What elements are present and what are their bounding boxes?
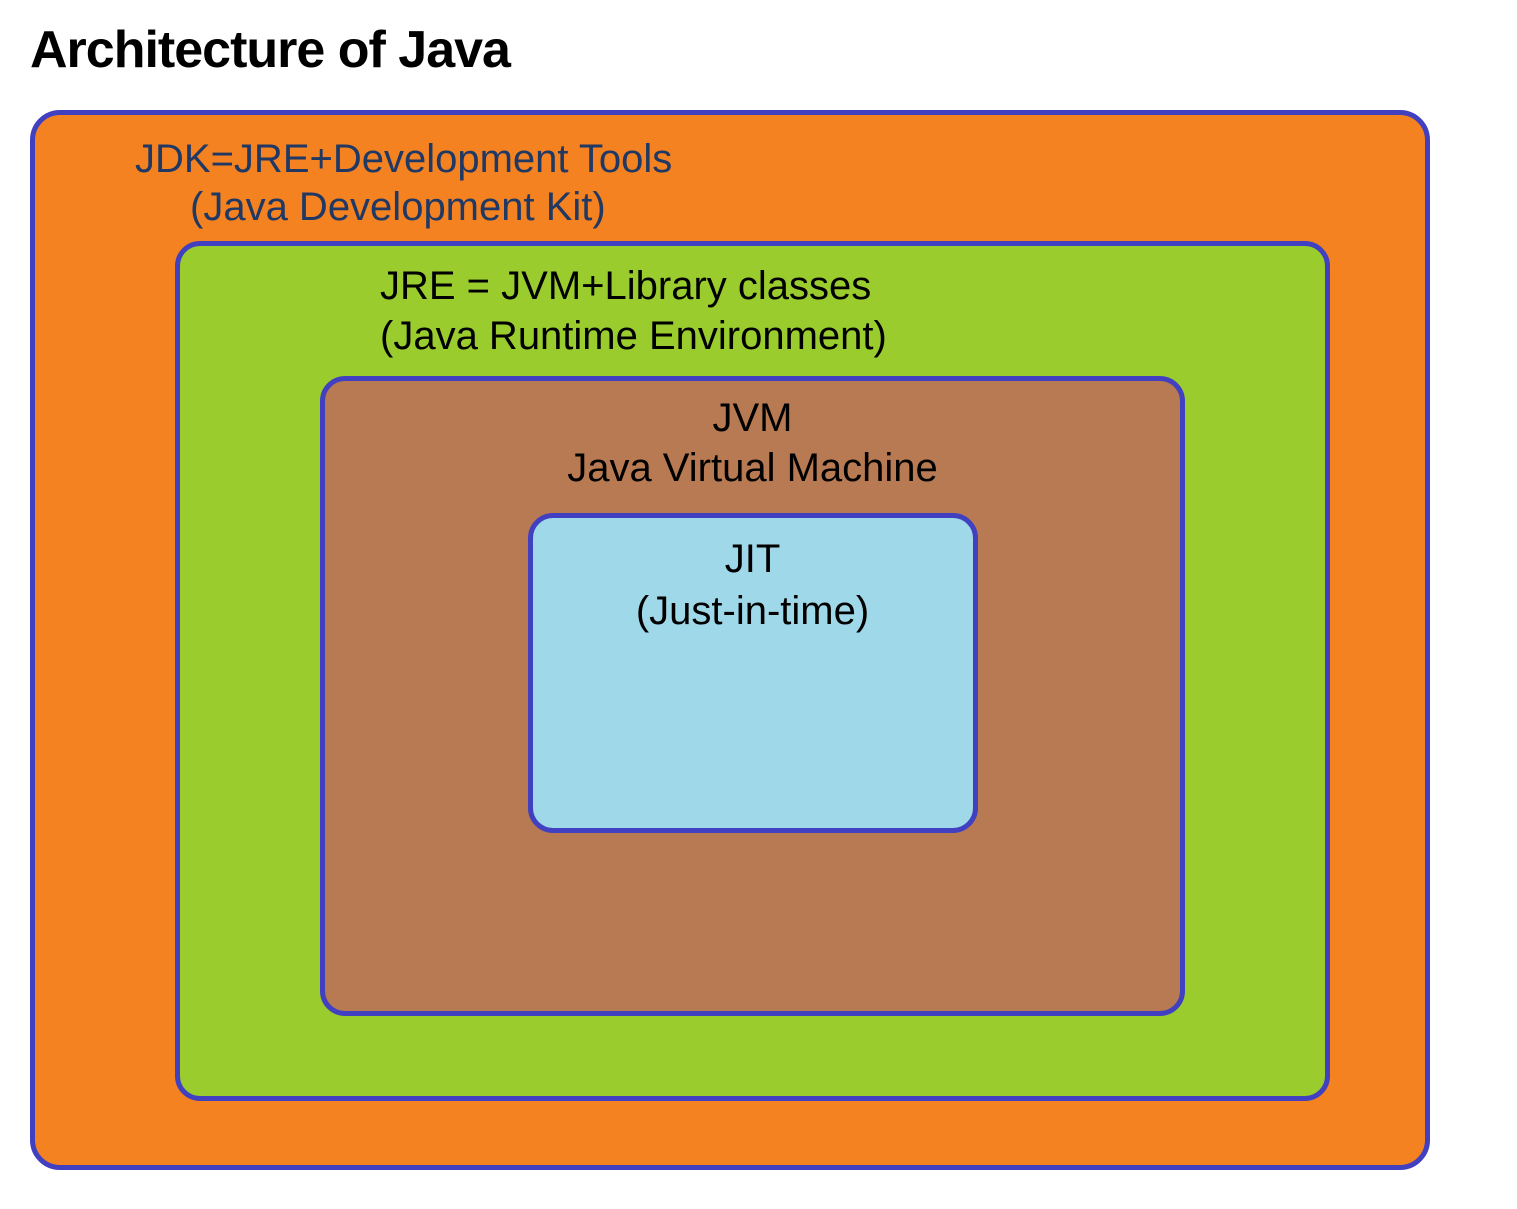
jit-label-line1: JIT	[553, 533, 953, 585]
jdk-label: JDK=JRE+Development Tools (Java Developm…	[135, 135, 1365, 231]
jit-label-line2: (Just-in-time)	[553, 585, 953, 637]
jvm-container: JVM Java Virtual Machine JIT (Just-in-ti…	[320, 376, 1185, 1016]
jdk-label-line2: (Java Development Kit)	[190, 183, 1365, 231]
page-title: Architecture of Java	[30, 20, 1487, 80]
jvm-label-line2: Java Virtual Machine	[365, 443, 1140, 493]
jvm-label-line1: JVM	[365, 393, 1140, 443]
jdk-label-line1: JDK=JRE+Development Tools	[135, 135, 1365, 183]
jre-label-line2: (Java Runtime Environment)	[380, 311, 1255, 361]
jre-label: JRE = JVM+Library classes (Java Runtime …	[380, 261, 1255, 361]
jit-container: JIT (Just-in-time)	[528, 513, 978, 833]
jre-label-line1: JRE = JVM+Library classes	[380, 261, 1255, 311]
jre-container: JRE = JVM+Library classes (Java Runtime …	[175, 241, 1330, 1101]
jdk-container: JDK=JRE+Development Tools (Java Developm…	[30, 110, 1430, 1170]
jit-label: JIT (Just-in-time)	[553, 533, 953, 637]
jvm-label: JVM Java Virtual Machine	[365, 393, 1140, 493]
